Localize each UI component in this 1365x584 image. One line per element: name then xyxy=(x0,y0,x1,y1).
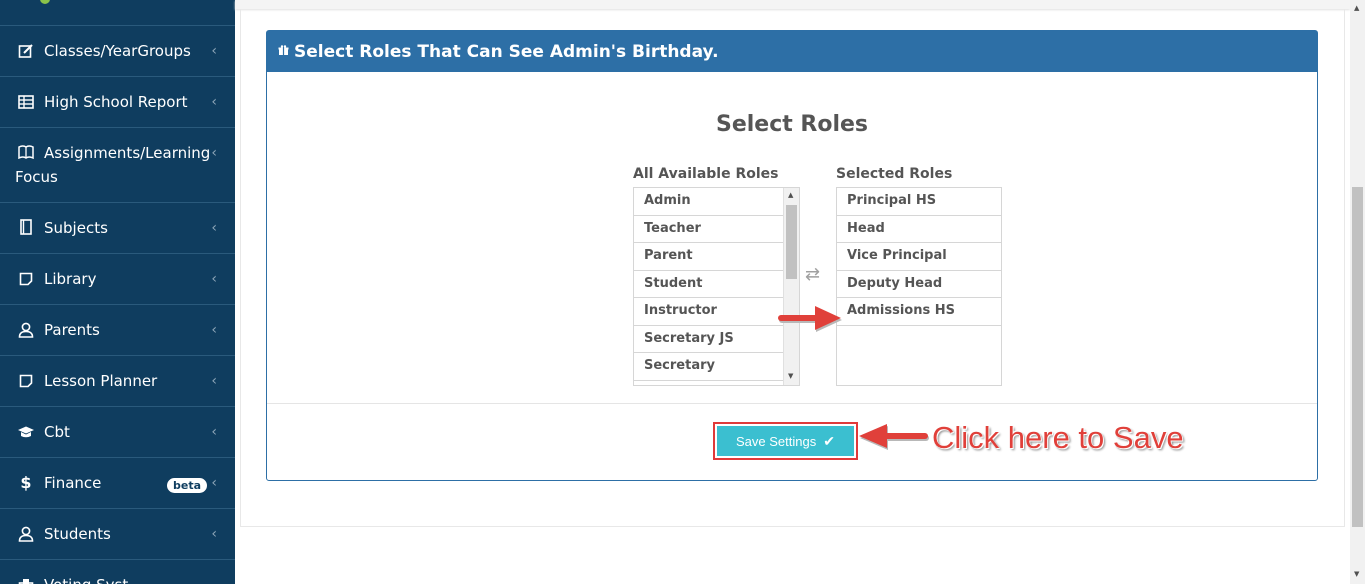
selected-role-option[interactable]: Admissions HS xyxy=(837,298,1001,326)
available-roles-list[interactable]: Admin Teacher Parent Student Instructor Secre… xyxy=(633,187,800,386)
list-scrollbar[interactable]: ▲ ▼ xyxy=(783,188,799,385)
sidebar-item-label: Assignments/Learning Focus xyxy=(15,144,211,186)
sidebar-item-label: Lesson Planner xyxy=(44,372,158,390)
top-bar xyxy=(235,0,1350,9)
chevron-left-icon: ‹ xyxy=(211,145,217,161)
sidebar-item-label: Students xyxy=(44,525,111,543)
sidebar-item-label: Classes/YearGroups xyxy=(44,42,191,60)
sidebar-item-label: Parents xyxy=(44,321,100,339)
sidebar-item-cbt[interactable]: Cbt ‹ xyxy=(0,407,235,458)
selected-role-option[interactable]: Vice Principal xyxy=(837,243,1001,271)
roles-panel: Select Roles That Can See Admin's Birthd… xyxy=(266,30,1318,481)
app-root: Classes/YearGroups ‹ High School Report … xyxy=(0,0,1365,584)
available-role-option[interactable]: Secretary JS xyxy=(634,326,784,353)
selected-role-option[interactable]: Deputy Head xyxy=(837,271,1001,298)
main-content: Select Roles That Can See Admin's Birthd… xyxy=(235,0,1350,584)
sidebar-item-students[interactable]: Students ‹ xyxy=(0,509,235,560)
chevron-left-icon: ‹ xyxy=(211,373,217,389)
available-role-option[interactable]: Secretary xyxy=(634,353,784,381)
save-highlight-box: Save Settings ✔ xyxy=(713,422,858,460)
scroll-down-icon[interactable]: ▼ xyxy=(788,372,793,380)
beta-badge: beta xyxy=(167,478,208,493)
scroll-up-icon[interactable]: ▲ xyxy=(1354,4,1359,12)
scroll-down-icon[interactable]: ▼ xyxy=(1354,570,1359,578)
select-roles-heading: Select Roles xyxy=(715,112,869,137)
available-role-option[interactable]: Admin xyxy=(634,188,784,216)
swap-arrows-icon[interactable]: ⇄ xyxy=(805,264,820,285)
sidebar-item-library[interactable]: Library ‹ xyxy=(0,254,235,305)
save-settings-button[interactable]: Save Settings ✔ xyxy=(717,426,854,456)
chevron-left-icon: ‹ xyxy=(211,322,217,338)
chevron-left-icon: ‹ xyxy=(211,424,217,440)
sidebar-item-label: Subjects xyxy=(44,219,108,237)
selected-roles-label: Selected Roles xyxy=(836,166,953,182)
sidebar-item-voting[interactable]: Voting Syst... xyxy=(0,560,235,584)
sidebar-item-label: High School Report xyxy=(44,93,188,111)
sidebar-item-label: Cbt xyxy=(44,423,70,441)
available-role-option[interactable]: Parent xyxy=(634,243,784,271)
panel-header: Select Roles That Can See Admin's Birthd… xyxy=(267,31,1317,72)
graduation-cap-icon xyxy=(17,423,35,441)
save-settings-label: Save Settings xyxy=(736,433,817,449)
sidebar-item-assignments[interactable]: Assignments/Learning Focus ‹ xyxy=(0,128,235,203)
table-icon xyxy=(17,93,35,111)
selected-role-option[interactable]: Head xyxy=(837,216,1001,243)
logo-strip xyxy=(0,0,235,26)
check-icon: ✔ xyxy=(823,432,835,449)
chevron-left-icon: ‹ xyxy=(211,94,217,110)
arrow-annotation-icon xyxy=(859,424,929,450)
sidebar-item-classes[interactable]: Classes/YearGroups ‹ xyxy=(0,26,235,77)
chevron-left-icon: ‹ xyxy=(211,43,217,59)
chevron-left-icon: ‹ xyxy=(211,271,217,287)
panel-title: Select Roles That Can See Admin's Birthd… xyxy=(294,41,719,62)
vote-icon xyxy=(17,576,35,584)
available-role-option[interactable]: Student xyxy=(634,271,784,298)
selected-role-option[interactable]: Principal HS xyxy=(837,188,1001,216)
panel-divider xyxy=(267,403,1317,404)
sidebar-item-high-school-report[interactable]: High School Report ‹ xyxy=(0,77,235,128)
edit-icon xyxy=(17,42,35,60)
dollar-icon: $ xyxy=(20,472,32,492)
sidebar-item-label: Library xyxy=(44,270,97,288)
sidebar-item-finance[interactable]: $ Finance beta ‹ xyxy=(0,458,235,509)
page-scrollbar[interactable]: ▲ ▼ xyxy=(1350,0,1365,584)
notebook-icon xyxy=(17,218,35,236)
available-role-option[interactable]: Teacher xyxy=(634,216,784,243)
sidebar-item-label: Voting Syst... xyxy=(44,576,143,584)
scroll-up-icon[interactable]: ▲ xyxy=(788,191,793,199)
selected-roles-list[interactable]: Principal HS Head Vice Principal Deputy Hea… xyxy=(836,187,1002,386)
chevron-left-icon: ‹ xyxy=(211,475,217,491)
available-role-option[interactable]: Instructor xyxy=(634,298,784,326)
scroll-thumb[interactable] xyxy=(786,205,797,279)
sidebar-item-subjects[interactable]: Subjects ‹ xyxy=(0,203,235,254)
user-icon xyxy=(17,321,35,339)
sidebar: Classes/YearGroups ‹ High School Report … xyxy=(0,0,235,584)
gift-icon xyxy=(278,44,289,59)
chevron-left-icon: ‹ xyxy=(211,220,217,236)
sidebar-item-parents[interactable]: Parents ‹ xyxy=(0,305,235,356)
arrow-annotation-icon xyxy=(778,306,842,332)
note-icon xyxy=(17,372,35,390)
chevron-left-icon: ‹ xyxy=(211,526,217,542)
available-roles-label: All Available Roles xyxy=(633,166,779,182)
sidebar-item-label: Finance xyxy=(44,474,102,492)
page-scroll-thumb[interactable] xyxy=(1352,187,1363,527)
user-icon xyxy=(17,525,35,543)
sidebar-item-lesson-planner[interactable]: Lesson Planner ‹ xyxy=(0,356,235,407)
click-to-save-annotation: Click here to Save xyxy=(932,420,1184,455)
logo-icon xyxy=(40,0,50,4)
square-icon xyxy=(17,270,35,288)
